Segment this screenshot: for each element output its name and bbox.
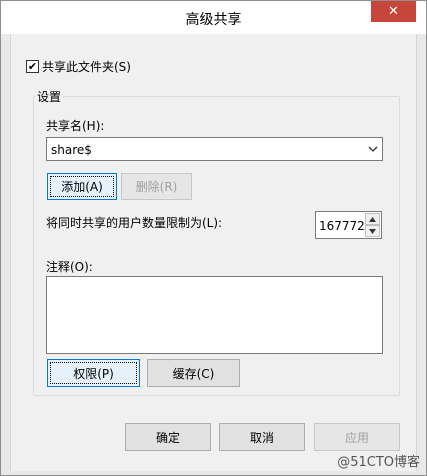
- watermark: @51CTO博客: [337, 455, 420, 470]
- comment-label: 注释(O):: [46, 260, 93, 274]
- share-name-value: share$: [51, 143, 92, 157]
- spinner-up-button[interactable]: [365, 213, 380, 225]
- add-button[interactable]: 添加(A): [47, 173, 117, 200]
- share-folder-checkbox[interactable]: ✔: [26, 60, 39, 73]
- share-folder-checkbox-row[interactable]: ✔ 共享此文件夹(S): [26, 58, 131, 75]
- chevron-down-icon: [369, 228, 376, 234]
- user-limit-label: 将同时共享的用户数量限制为(L):: [46, 216, 223, 230]
- spinner-buttons: [365, 213, 380, 237]
- apply-button[interactable]: 应用: [314, 423, 400, 451]
- checkmark-icon: ✔: [27, 60, 38, 73]
- settings-group-label: 设置: [35, 88, 64, 105]
- share-folder-label: 共享此文件夹(S): [42, 60, 131, 74]
- delete-button[interactable]: 删除(R): [121, 173, 192, 200]
- cache-button[interactable]: 缓存(C): [147, 359, 240, 387]
- comment-textarea[interactable]: [46, 276, 383, 354]
- spinner-down-button[interactable]: [365, 225, 380, 237]
- user-limit-value: 167772: [319, 219, 365, 233]
- close-button[interactable]: ✕: [371, 1, 416, 22]
- ok-button[interactable]: 确定: [125, 423, 211, 451]
- window-title: 高级共享: [185, 12, 242, 28]
- cancel-button[interactable]: 取消: [219, 423, 305, 451]
- user-limit-spinner[interactable]: 167772: [315, 211, 382, 239]
- advanced-sharing-dialog: 高级共享 ✕ ✔ 共享此文件夹(S) 设置 共享名(H): share$ 添加(…: [0, 0, 427, 476]
- chevron-up-icon: [369, 216, 376, 222]
- share-name-combobox[interactable]: share$: [46, 137, 383, 161]
- title-bar: 高级共享 ✕: [1, 1, 426, 34]
- close-icon: ✕: [388, 4, 399, 19]
- share-name-label: 共享名(H):: [46, 119, 105, 133]
- chevron-down-icon: [368, 146, 378, 152]
- permissions-button[interactable]: 权限(P): [47, 359, 140, 387]
